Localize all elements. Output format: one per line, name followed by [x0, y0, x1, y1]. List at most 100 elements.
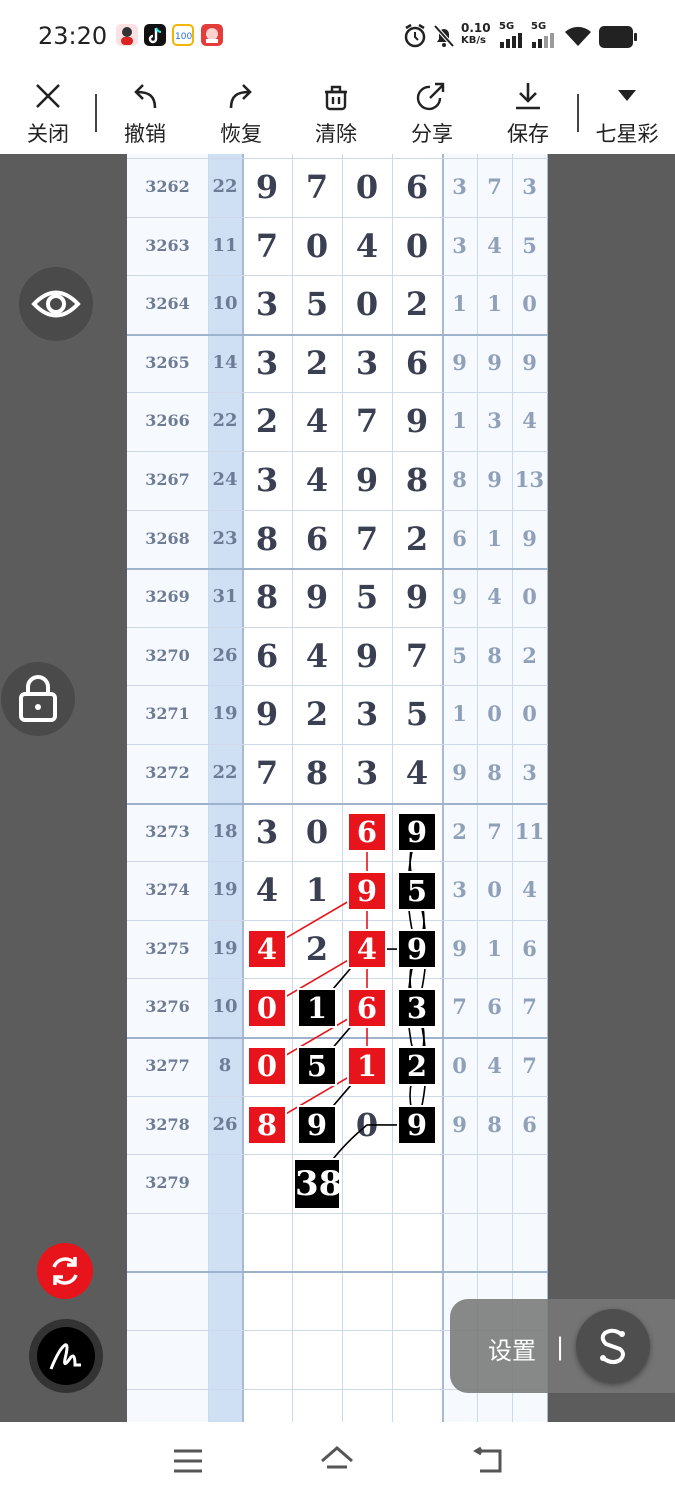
digit-cell: 3 — [255, 461, 279, 499]
home-nav-button[interactable] — [319, 1444, 355, 1480]
digit-cell: 2 — [405, 285, 429, 324]
signature-pen-icon — [37, 1327, 95, 1385]
issue-number: 3268 — [145, 528, 190, 548]
digit-cell: 0 — [305, 812, 329, 851]
issue-number: 3267 — [145, 470, 190, 489]
digit-cell: 9 — [355, 636, 379, 675]
digit-cell: 4 — [305, 636, 329, 675]
extra-cell: 9 — [487, 349, 502, 375]
grid-hline — [127, 1271, 548, 1274]
extra-cell: 8 — [487, 642, 502, 668]
digit-cell: 5 — [405, 871, 429, 910]
left-panel — [0, 154, 127, 1422]
extra-cell: 9 — [452, 760, 467, 785]
digit-cell: 0 — [355, 285, 379, 324]
issue-number: 3271 — [145, 704, 190, 724]
lottery-type-dropdown[interactable]: 七星彩 — [587, 72, 667, 154]
digit-cell: 9 — [355, 871, 379, 910]
sum-value: 11 — [212, 234, 238, 256]
undo-icon — [134, 84, 157, 109]
digit-cell: 2 — [305, 929, 329, 968]
clear-button[interactable]: 清除 — [296, 72, 376, 154]
extra-cell: 1 — [452, 408, 467, 434]
s-logo-icon — [600, 1328, 625, 1365]
redo-label: 恢复 — [220, 122, 262, 146]
pen-tool-button[interactable] — [29, 1319, 103, 1393]
extra-cell: 9 — [452, 1111, 467, 1137]
extra-cell: 9 — [522, 525, 537, 551]
battery-icon — [599, 26, 639, 52]
digit-cell — [392, 1154, 442, 1212]
sum-value: 31 — [212, 586, 238, 608]
extra-cell — [512, 1154, 547, 1212]
digit-cell: 0 — [355, 168, 379, 206]
sum-value: 18 — [212, 820, 238, 842]
extra-cell: 3 — [452, 232, 467, 258]
app-avatar-icon — [116, 24, 138, 46]
digit-cell: 7 — [305, 168, 329, 206]
lock-button[interactable] — [1, 662, 75, 736]
digit-cell: 4 — [355, 226, 379, 265]
digit-cell: 2 — [255, 402, 279, 441]
net-speed-value: 0.10 — [461, 21, 491, 35]
digit-cell: 9 — [405, 402, 429, 441]
trash-icon — [325, 85, 347, 111]
issue-number: 3262 — [145, 177, 190, 196]
chart-grid[interactable]: 3262 22 9 7 0 6 3 7 3 3263 11 7 0 4 0 3 4 5 3264 10 3 5 0 2 1 1 0 3… — [127, 154, 548, 1422]
close-icon — [36, 84, 60, 108]
app-red-icon — [201, 24, 223, 46]
undo-button[interactable]: 撤销 — [105, 72, 185, 154]
extra-cell: 3 — [522, 174, 537, 199]
save-button[interactable]: 保存 — [488, 72, 568, 154]
refresh-button[interactable] — [37, 1243, 93, 1299]
extra-cell: 9 — [522, 349, 537, 375]
issue-number: 3278 — [145, 1114, 190, 1134]
digit-cell: 5 — [405, 695, 429, 734]
refresh-icon — [52, 1257, 78, 1285]
sum-value: 22 — [212, 176, 238, 197]
extra-cell: 8 — [452, 467, 467, 492]
digit-cell: 2 — [305, 343, 329, 382]
digit-cell: 6 — [355, 812, 379, 851]
digit-cell — [292, 1154, 342, 1212]
extra-cell: 7 — [522, 994, 537, 1020]
digit-cell: 2 — [405, 519, 429, 558]
back-icon — [473, 1446, 502, 1473]
extra-cell: 1 — [452, 291, 467, 317]
digit-cell: 9 — [255, 695, 279, 734]
s-menu-button[interactable] — [576, 1309, 650, 1383]
extra-cell: 7 — [452, 994, 467, 1020]
sum-value: 10 — [212, 996, 238, 1018]
digit-cell — [242, 1154, 292, 1212]
extra-cell: 0 — [487, 877, 502, 903]
issue-number: 3273 — [145, 821, 190, 841]
clear-label: 清除 — [315, 122, 357, 146]
digit-cell: 3 — [355, 695, 379, 734]
toolbar-divider-2 — [577, 94, 579, 132]
issue-number: 3279 — [145, 1173, 190, 1193]
digit-cell: 6 — [355, 988, 379, 1027]
extra-cell: 1 — [487, 935, 502, 961]
extra-cell: 3 — [487, 408, 502, 434]
extra-cell: 4 — [487, 232, 502, 258]
redo-button[interactable]: 恢复 — [201, 72, 281, 154]
extra-cell: 0 — [522, 584, 537, 610]
status-time: 23:20 — [38, 22, 108, 50]
visibility-button[interactable] — [19, 267, 93, 341]
digit-cell: 6 — [405, 168, 429, 206]
extra-cell: 4 — [522, 408, 537, 434]
extra-cell: 3 — [522, 760, 537, 785]
close-button[interactable]: 关闭 — [8, 72, 88, 154]
svg-text:100: 100 — [175, 32, 192, 42]
settings-label[interactable]: 设置 — [488, 1331, 536, 1366]
menu-nav-button[interactable] — [172, 1448, 204, 1478]
share-button[interactable]: 分享 — [392, 72, 472, 154]
extra-cell: 7 — [522, 1053, 537, 1078]
back-nav-button[interactable] — [472, 1446, 504, 1480]
digit-cell: 3 — [255, 343, 279, 382]
extra-cell — [477, 1154, 512, 1212]
close-label: 关闭 — [27, 122, 69, 146]
extra-cell: 3 — [452, 174, 467, 199]
digit-cell: 3 — [255, 812, 279, 851]
net-speed: 0.10 KB/s — [461, 22, 497, 47]
